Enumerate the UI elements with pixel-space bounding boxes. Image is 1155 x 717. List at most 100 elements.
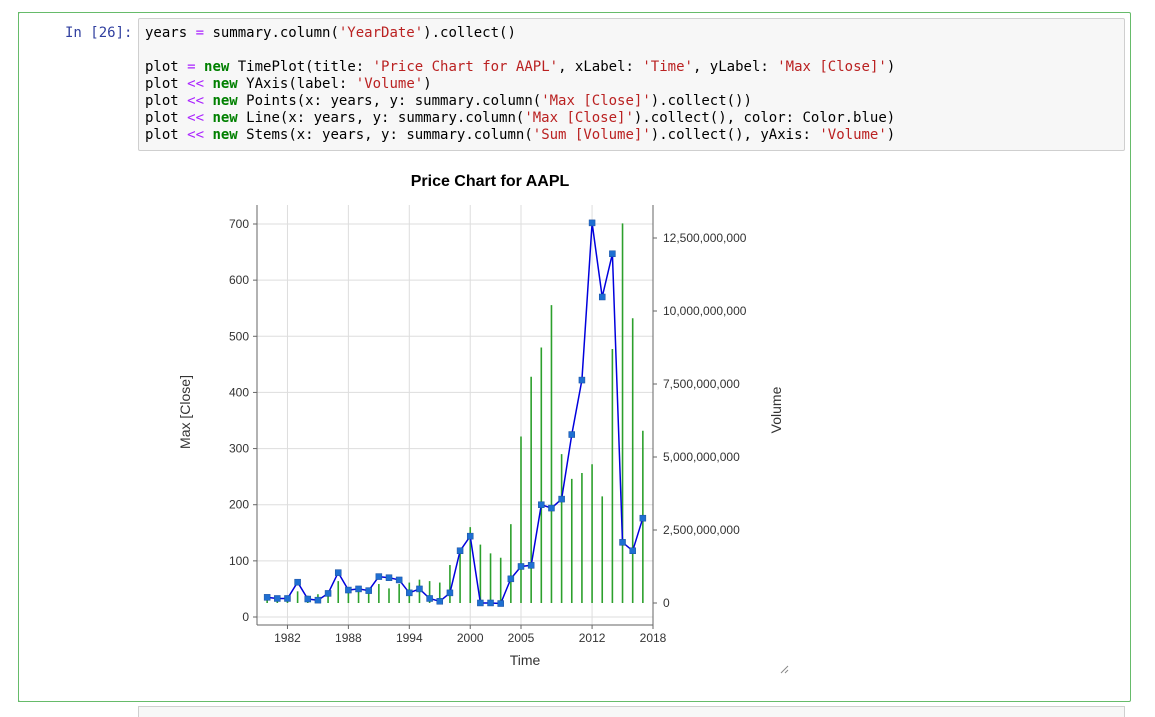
price-point	[416, 585, 423, 593]
x-tick-label: 2018	[640, 631, 667, 645]
chart-output: 1982 1988 1994 2000 2005 2012 2018 0 100 200 300 40…	[160, 158, 790, 678]
price-point	[284, 595, 291, 602]
price-point	[426, 595, 433, 602]
code-token: )	[886, 59, 896, 75]
price-point	[406, 589, 413, 597]
code-token: summary.column(	[204, 25, 339, 41]
code-token: 'Sum [Volume]'	[532, 127, 651, 143]
code-token: 'Max [Close]'	[524, 110, 634, 126]
code-token: ).collect()	[423, 25, 516, 41]
code-token: 'Time'	[642, 59, 693, 75]
price-point	[598, 293, 606, 301]
code-token: Points(x: years, y: summary.column(	[237, 93, 542, 109]
price-point	[639, 514, 647, 522]
x-axis-label: Time	[510, 652, 541, 668]
price-point	[609, 250, 616, 258]
price-point	[274, 595, 281, 602]
x-tick-label: 1988	[335, 631, 362, 645]
price-point	[294, 578, 301, 586]
code-token: 'Price Chart for AAPL'	[372, 59, 559, 75]
code-token: 'Max [Close]'	[777, 59, 887, 75]
x-tick-label: 2005	[508, 631, 535, 645]
y-tick-label: 100	[229, 554, 249, 568]
price-point	[395, 576, 403, 584]
y-tick-label: 0	[242, 610, 249, 624]
price-point	[334, 569, 342, 576]
right-tick-label: 2,500,000,000	[663, 523, 740, 537]
code-token: ).collect(), color: Color.blue)	[633, 110, 896, 126]
code-editor[interactable]: years = summary.column('YearDate').colle…	[138, 18, 1125, 151]
price-point	[345, 586, 352, 594]
price-point	[355, 585, 362, 593]
y-tick-label: 400	[229, 385, 249, 399]
code-token: ).collect())	[650, 93, 752, 109]
code-token: new	[212, 110, 238, 126]
x-tick-label: 1994	[396, 631, 423, 645]
y-tick-label: 600	[229, 273, 249, 287]
code-token: new	[204, 59, 230, 75]
right-tick-label: 5,000,000,000	[663, 450, 740, 464]
chart-title: Price Chart for AAPL	[411, 173, 570, 190]
code-token: <<	[187, 127, 205, 143]
y-tick-label: 700	[229, 217, 249, 231]
code-token: 'Max [Close]'	[541, 93, 651, 109]
price-point	[314, 596, 322, 604]
price-point	[385, 574, 393, 581]
code-token: 'YearDate'	[338, 25, 424, 41]
code-token: new	[212, 93, 238, 109]
code-token: new	[212, 76, 238, 92]
price-point	[446, 589, 454, 597]
price-point	[558, 495, 565, 503]
code-token: Stems(x: years, y: summary.column(	[237, 127, 533, 143]
price-point	[304, 595, 312, 603]
x-tick-label: 1982	[274, 631, 301, 645]
resize-handle-icon[interactable]	[779, 664, 789, 674]
price-point	[263, 594, 271, 601]
price-point	[477, 599, 484, 607]
code-token: years	[145, 25, 196, 41]
x-tick-label: 2012	[579, 631, 606, 645]
code-token: plot	[145, 93, 188, 109]
price-point	[578, 376, 586, 384]
price-point	[365, 587, 372, 594]
input-prompt: In [26]:	[65, 25, 133, 41]
price-point	[548, 504, 555, 512]
price-point	[527, 562, 535, 569]
price-point	[497, 600, 504, 607]
code-token: TimePlot(title:	[229, 59, 373, 75]
code-token: ).collect(), yAxis:	[650, 127, 820, 143]
price-point	[629, 547, 636, 555]
code-text[interactable]: years = summary.column('YearDate').colle…	[145, 25, 895, 144]
code-token: plot	[145, 127, 188, 143]
code-token: )	[423, 76, 432, 92]
right-tick-label: 12,500,000,000	[663, 231, 747, 245]
code-token: new	[212, 127, 238, 143]
price-point	[324, 590, 332, 597]
code-token: , xLabel:	[558, 59, 643, 75]
code-token: plot	[145, 110, 188, 126]
price-point	[466, 532, 474, 540]
y-tick-label: 200	[229, 498, 249, 512]
right-axis-label: Volume	[768, 386, 784, 433]
price-point	[517, 563, 525, 570]
code-token: 'Volume'	[355, 76, 424, 92]
code-token: YAxis(label:	[237, 76, 356, 92]
right-tick-label: 7,500,000,000	[663, 377, 740, 391]
code-token: <<	[187, 110, 205, 126]
code-token: =	[195, 25, 205, 41]
price-point	[619, 539, 626, 546]
code-token: )	[886, 127, 896, 143]
y-tick-label: 300	[229, 442, 249, 456]
price-chart: 1982 1988 1994 2000 2005 2012 2018 0 100 200 300 40…	[160, 158, 790, 678]
price-point	[487, 599, 494, 607]
code-token: , yLabel:	[692, 59, 778, 75]
price-point	[538, 501, 545, 508]
code-token: 'Volume'	[819, 127, 887, 143]
price-point	[456, 547, 464, 555]
code-token: <<	[187, 76, 205, 92]
price-point	[375, 573, 383, 580]
price-point	[588, 219, 596, 227]
code-token: <<	[187, 93, 205, 109]
code-token: Line(x: years, y: summary.column(	[237, 110, 525, 126]
